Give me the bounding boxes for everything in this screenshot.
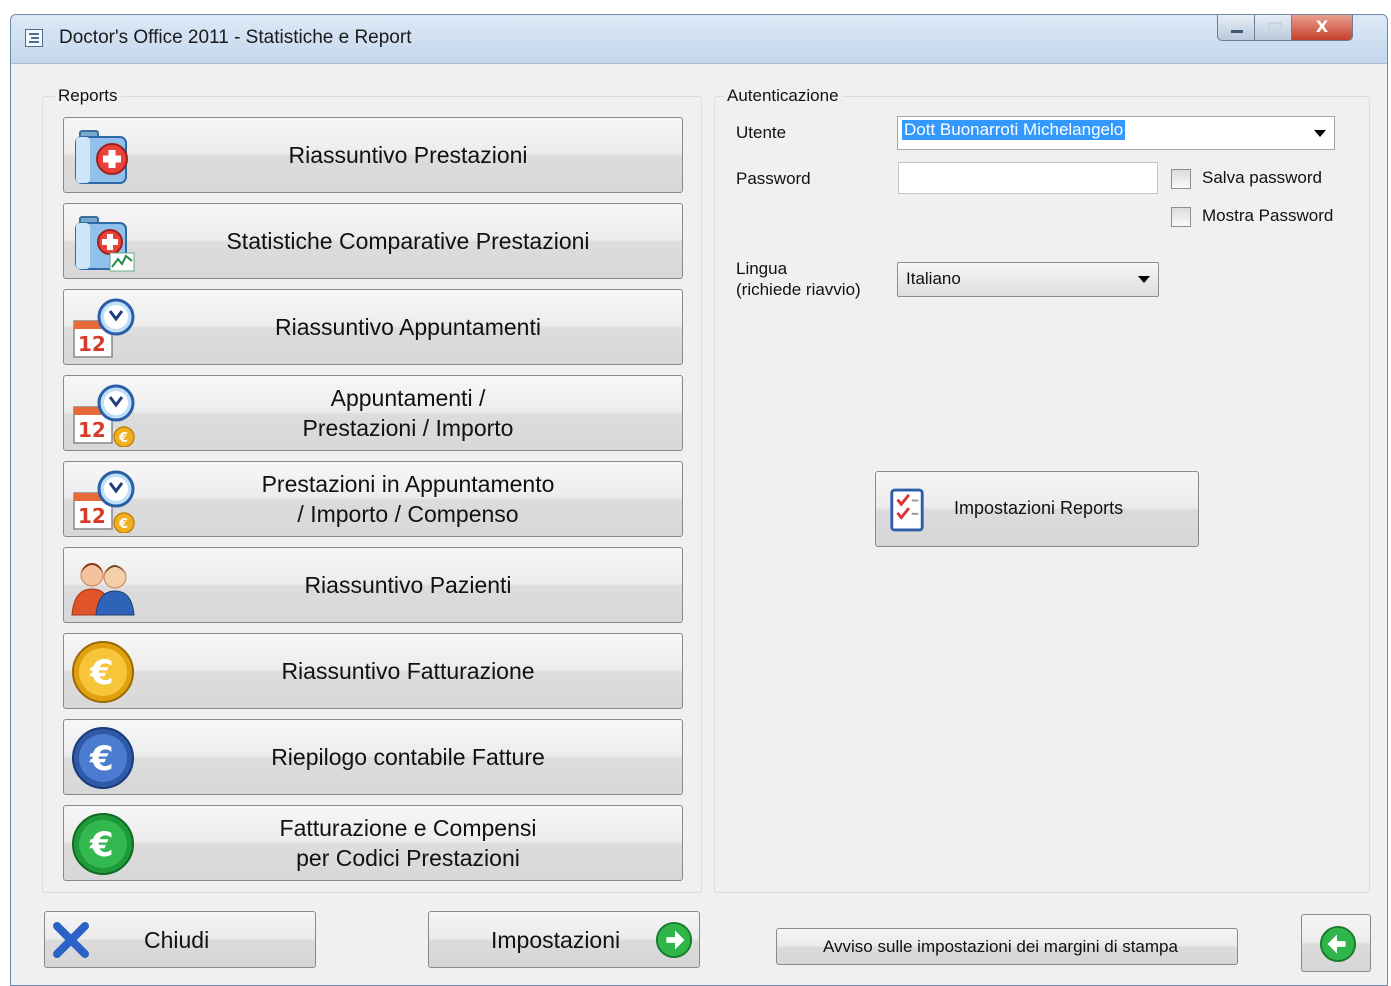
svg-text:12: 12 [78,332,106,356]
report-button-label: Fatturazione e Compensi per Codici Prest… [279,815,537,871]
arrow-right-icon [655,921,693,959]
language-select[interactable]: Italiano [897,262,1159,297]
user-combobox-value: Dott Buonarroti Michelangelo [902,120,1126,140]
settings-button[interactable]: Impostazioni [428,911,700,968]
save-password-label[interactable]: Salva password [1202,168,1322,188]
report-settings-label: Impostazioni Reports [954,498,1124,518]
report-button-fatturazione-compensi[interactable]: € Fatturazione e Compensi per Codici Pre… [63,805,683,881]
report-button-riassuntivo-pazienti[interactable]: Riassuntivo Pazienti [63,547,683,623]
print-margins-warning-button[interactable]: Avviso sulle impostazioni dei margini di… [776,928,1238,965]
print-margins-warning-label: Avviso sulle impostazioni dei margini di… [823,937,1178,956]
close-icon [53,922,89,958]
svg-text:€: € [118,517,128,532]
patients-icon [71,563,135,616]
euro-green-icon: € [72,813,134,875]
report-button-label: Prestazioni in Appuntamento / Importo / … [261,471,555,527]
svg-text:€: € [89,825,114,865]
report-button-riassuntivo-fatturazione[interactable]: € Riassuntivo Fatturazione [63,633,683,709]
calendar-clock-euro-icon: 12 € [73,470,135,533]
report-button-riassuntivo-prestazioni[interactable]: Riassuntivo Prestazioni [63,117,683,193]
close-window-button[interactable]: X [1291,15,1353,41]
report-button-prestazioni-in-appuntamento[interactable]: 12 € Prestazioni in Appuntamento / Impor… [63,461,683,537]
svg-text:€: € [89,653,114,693]
calendar-clock-icon: 12 [73,298,135,358]
password-field[interactable] [898,162,1158,194]
svg-text:12: 12 [78,418,106,442]
app-icon [25,29,43,47]
language-label-line1: Lingua [736,259,788,278]
user-label: Utente [736,123,787,142]
window-title: Doctor's Office 2011 - Statistiche e Rep… [59,27,412,48]
back-button[interactable] [1301,914,1371,972]
medical-kit-icon [75,130,128,184]
language-select-value: Italiano [906,269,961,288]
euro-gold-icon: € [72,641,134,703]
settings-button-label: Impostazioni [491,927,621,953]
report-button-riepilogo-contabile-fatture[interactable]: € Riepilogo contabile Fatture [63,719,683,795]
report-button-label: Riassuntivo Pazienti [304,572,512,598]
report-button-label: Riassuntivo Appuntamenti [275,314,541,340]
language-label: Lingua (richiede riavvio) [736,258,861,300]
report-button-label: Appuntamenti / Prestazioni / Importo [302,385,514,441]
close-button-label: Chiudi [144,927,210,953]
checklist-icon [890,488,924,532]
auth-group-label: Autenticazione [724,86,842,106]
language-label-line2: (richiede riavvio) [736,280,861,299]
medical-kit-chart-icon [75,216,135,272]
user-combobox[interactable]: Dott Buonarroti Michelangelo [897,116,1335,150]
report-button-label: Riepilogo contabile Fatture [271,744,545,770]
minimize-button[interactable] [1217,15,1255,41]
chevron-down-icon[interactable] [1314,130,1326,137]
report-settings-button[interactable]: Impostazioni Reports [875,471,1199,547]
reports-group-label: Reports [55,86,121,106]
save-password-checkbox[interactable] [1171,169,1191,189]
svg-text:€: € [89,739,114,779]
password-label: Password [736,169,811,188]
report-button-riassuntivo-appuntamenti[interactable]: 12 Riassuntivo Appuntamenti [63,289,683,365]
calendar-clock-euro-icon: 12 € [73,384,135,447]
show-password-checkbox[interactable] [1171,207,1191,227]
title-bar[interactable]: Doctor's Office 2011 - Statistiche e Rep… [11,15,1387,64]
svg-text:€: € [118,431,128,446]
maximize-button[interactable] [1254,15,1292,41]
report-button-label: Riassuntivo Fatturazione [281,658,535,684]
close-button[interactable]: Chiudi [44,911,316,968]
euro-blue-icon: € [72,727,134,789]
arrow-left-icon [1319,925,1357,963]
svg-text:12: 12 [78,504,106,528]
report-button-statistiche-comparative[interactable]: Statistiche Comparative Prestazioni [63,203,683,279]
report-button-label: Riassuntivo Prestazioni [288,142,528,168]
report-button-label: Statistiche Comparative Prestazioni [226,228,590,254]
chevron-down-icon[interactable] [1138,276,1150,283]
show-password-label[interactable]: Mostra Password [1202,206,1333,226]
report-button-appuntamenti-prestazioni-importo[interactable]: 12 € Appuntamenti / Prestazioni / Import… [63,375,683,451]
